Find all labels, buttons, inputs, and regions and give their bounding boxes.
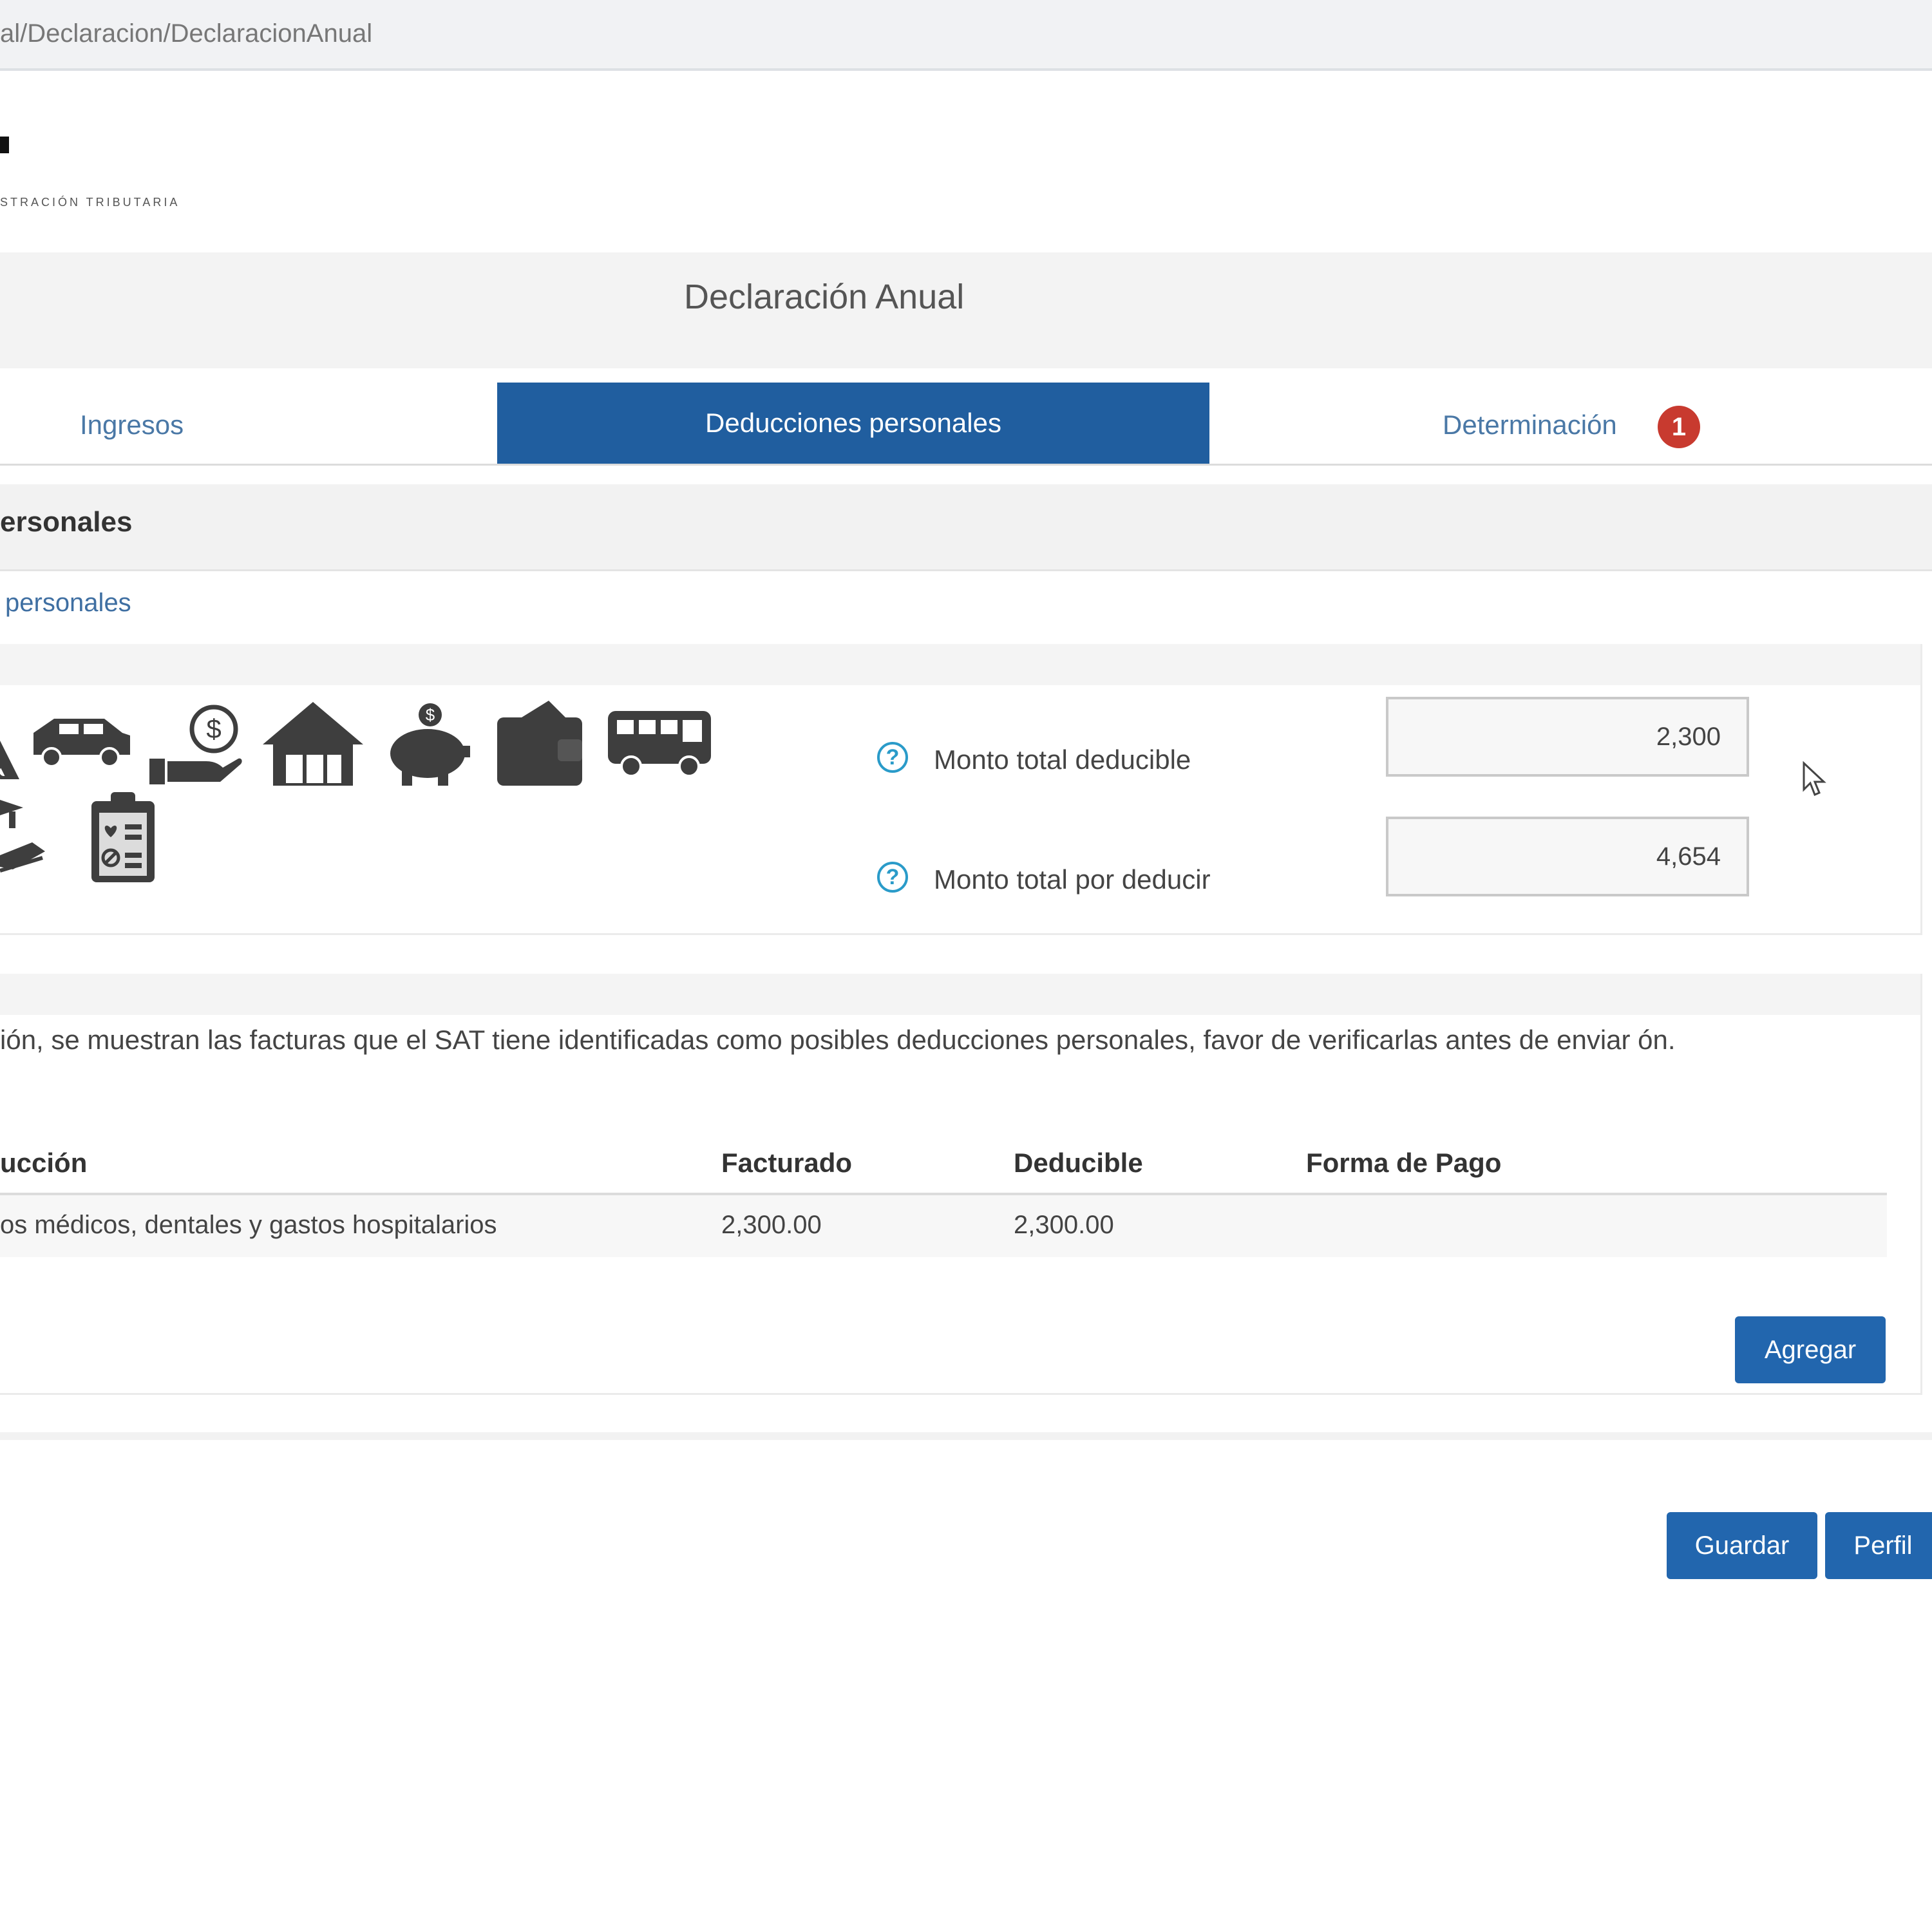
money-hand-icon[interactable]: $ [148, 703, 242, 787]
add-button[interactable]: Agregar [1735, 1316, 1886, 1383]
logo [0, 137, 9, 153]
column-header-forma-pago: Forma de Pago [1306, 1148, 1502, 1178]
medical-report-icon[interactable] [89, 788, 157, 885]
tab-determinacion[interactable]: Determinación [1443, 410, 1617, 440]
panel-divider [0, 1432, 1932, 1440]
svg-text:$: $ [426, 705, 435, 724]
column-header-deducible: Deducible [1014, 1148, 1143, 1178]
save-button[interactable]: Guardar [1667, 1512, 1817, 1579]
mouse-cursor-icon [1803, 761, 1826, 796]
section-header [0, 484, 1932, 571]
title-band [0, 252, 1932, 368]
help-icon[interactable]: ? [877, 742, 908, 773]
car-icon[interactable] [28, 715, 134, 770]
monto-deducible-label: Monto total deducible [934, 744, 1191, 775]
table-cell-deducible: 2,300.00 [1014, 1211, 1114, 1239]
wallet-icon[interactable] [496, 698, 583, 787]
help-icon[interactable]: ? [877, 862, 908, 893]
bus-icon[interactable] [605, 706, 715, 778]
logo-subtitle: STRACIÓN TRIBUTARIA [0, 196, 180, 209]
tabs-divider [0, 464, 1932, 466]
page-title: Declaración Anual [684, 278, 965, 316]
monto-deducible-field: 2,300 [1386, 697, 1749, 777]
deductions-panel-header [0, 644, 1920, 685]
section-title: ersonales [0, 506, 133, 538]
url-text[interactable]: al/Declaracion/DeclaracionAnual [0, 19, 372, 48]
notification-badge: 1 [1658, 406, 1700, 448]
monto-por-deducir-field: 4,654 [1386, 817, 1749, 896]
invoices-info-text: ión, se muestran las facturas que el SAT… [0, 1025, 1676, 1055]
graduation-icon[interactable] [0, 793, 52, 884]
profile-button[interactable]: Perfil [1825, 1512, 1932, 1579]
piggy-bank-icon[interactable]: $ [384, 701, 471, 787]
glasses-icon[interactable] [0, 734, 26, 779]
tab-deducciones-personales[interactable]: Deducciones personales [497, 383, 1209, 464]
monto-deducible-value: 2,300 [1656, 722, 1721, 751]
monto-por-deducir-label: Monto total por deducir [934, 864, 1211, 895]
section-link[interactable]: personales [5, 589, 131, 618]
house-icon[interactable] [260, 699, 366, 787]
tab-ingresos[interactable]: Ingresos [80, 410, 184, 440]
column-header-deduccion: ucción [0, 1148, 88, 1178]
invoices-panel-header [0, 974, 1920, 1015]
svg-text:$: $ [206, 714, 221, 744]
column-header-facturado: Facturado [721, 1148, 853, 1178]
table-cell-facturado: 2,300.00 [721, 1211, 822, 1239]
tab-deducciones-label: Deducciones personales [705, 408, 1001, 438]
monto-por-deducir-value: 4,654 [1656, 842, 1721, 871]
table-cell-deduccion: os médicos, dentales y gastos hospitalar… [0, 1211, 497, 1239]
